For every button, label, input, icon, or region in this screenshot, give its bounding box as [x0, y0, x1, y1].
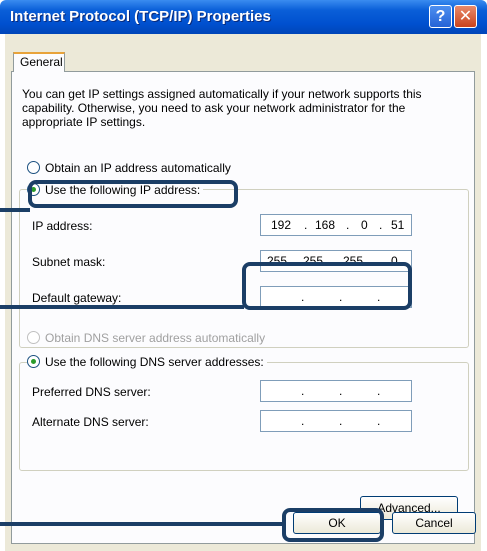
- callout-leader-3: [0, 522, 284, 526]
- obtain-dns-auto-radio[interactable]: Obtain DNS server address automatically: [27, 331, 265, 345]
- dialog-title: Internet Protocol (TCP/IP) Properties: [10, 8, 271, 25]
- preferred-dns-input[interactable]: ...: [260, 380, 412, 402]
- preferred-dns-label: Preferred DNS server:: [32, 385, 151, 399]
- radio-on-icon: [27, 355, 40, 368]
- callout-leader-1: [0, 208, 30, 212]
- ip-octet-3: 0: [361, 218, 368, 232]
- ip-address-label: IP address:: [32, 219, 93, 233]
- tcpip-properties-dialog: Internet Protocol (TCP/IP) Properties ? …: [0, 0, 487, 551]
- callout-leader-2: [0, 305, 244, 309]
- alternate-dns-input[interactable]: ...: [260, 410, 412, 432]
- radio-off-icon: [27, 161, 40, 174]
- cancel-button[interactable]: Cancel: [392, 512, 476, 534]
- alternate-dns-label: Alternate DNS server:: [32, 415, 149, 429]
- close-button[interactable]: ✕: [454, 5, 477, 28]
- description-text: You can get IP settings assigned automat…: [22, 87, 422, 129]
- tab-general[interactable]: General: [13, 52, 65, 72]
- radio-off-icon: [27, 331, 40, 344]
- help-button[interactable]: ?: [429, 5, 452, 28]
- obtain-ip-auto-label: Obtain an IP address automatically: [45, 161, 231, 175]
- ip-octet-4: 51: [391, 218, 405, 232]
- ip-address-input[interactable]: 192 . 168 . 0 . 51: [260, 214, 412, 236]
- obtain-dns-auto-label: Obtain DNS server address automatically: [45, 331, 266, 345]
- callout-use-ip-radio: [28, 180, 238, 208]
- callout-ok-button: [282, 508, 384, 542]
- default-gateway-label: Default gateway:: [32, 291, 122, 305]
- use-following-dns-radio[interactable]: Use the following DNS server addresses:: [27, 355, 267, 369]
- obtain-ip-auto-radio[interactable]: Obtain an IP address automatically: [27, 161, 231, 175]
- subnet-mask-label: Subnet mask:: [32, 255, 106, 269]
- callout-subnet-fields: [242, 262, 412, 310]
- ip-octet-1: 192: [271, 218, 292, 232]
- ip-octet-2: 168: [315, 218, 336, 232]
- use-following-dns-label: Use the following DNS server addresses:: [45, 355, 264, 369]
- title-bar[interactable]: Internet Protocol (TCP/IP) Properties ? …: [0, 0, 487, 34]
